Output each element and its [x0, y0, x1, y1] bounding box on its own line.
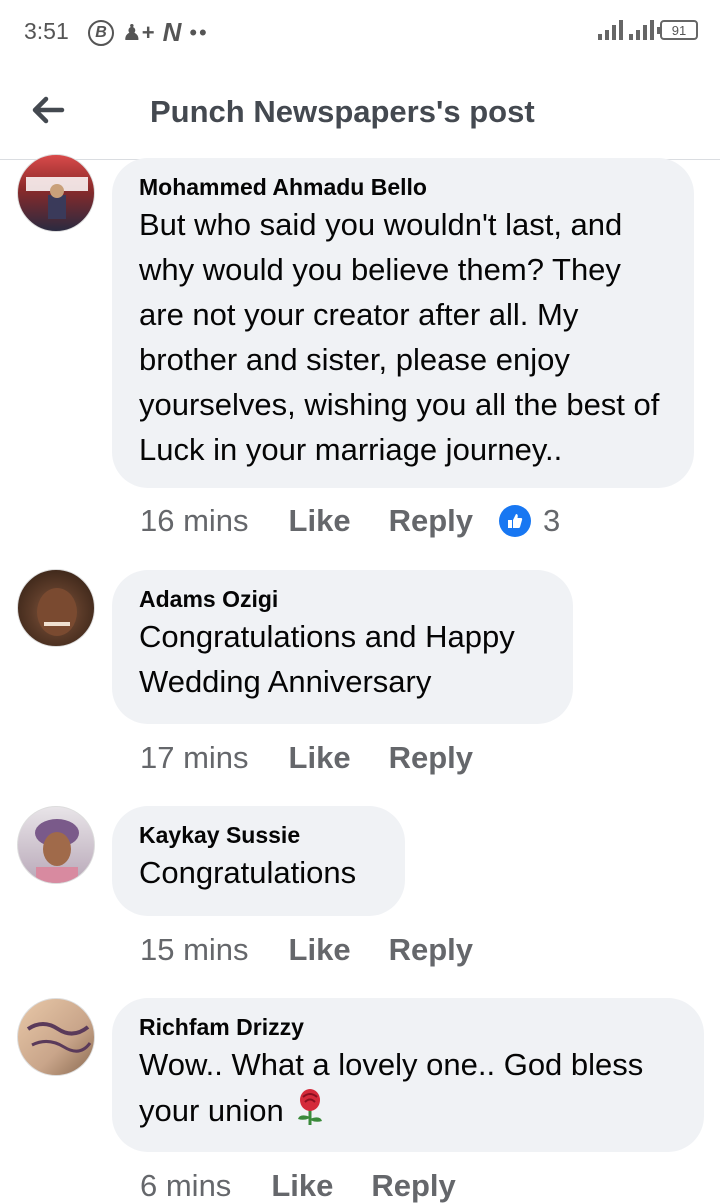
- battery-level: 91: [671, 22, 687, 38]
- avatar-image: [26, 1022, 92, 1053]
- avatar[interactable]: [17, 569, 95, 647]
- reaction-summary[interactable]: 3: [499, 503, 560, 539]
- reply-button[interactable]: Reply: [371, 1168, 455, 1203]
- comment-text: But who said you wouldn't last, and why …: [139, 207, 660, 467]
- page-title: Punch Newspapers's post: [150, 94, 535, 129]
- comment-text: Congratulations: [139, 855, 357, 890]
- comment-bubble[interactable]: Mohammed Ahmadu Bello But who said you w…: [112, 158, 694, 488]
- like-button[interactable]: Like: [289, 503, 351, 539]
- arrow-left-icon[interactable]: [28, 90, 68, 130]
- comment-text: Wow.. What a lovely one.. God bless your…: [139, 1042, 677, 1139]
- reply-button[interactable]: Reply: [389, 740, 473, 776]
- comment-author[interactable]: Adams Ozigi: [139, 584, 546, 614]
- status-time: 3:51: [24, 18, 69, 44]
- rose-icon: [290, 1087, 330, 1139]
- reaction-count: 3: [543, 503, 561, 538]
- avatar-image: [26, 177, 88, 219]
- system-icons: 91: [598, 18, 698, 40]
- comment-bubble[interactable]: Kaykay Sussie Congratulations: [112, 806, 405, 916]
- signal-icon: [598, 18, 623, 40]
- comment-time[interactable]: 15 mins: [140, 932, 249, 968]
- like-button[interactable]: Like: [271, 1168, 333, 1203]
- comment-meta: 17 mins Like Reply: [140, 740, 511, 776]
- avatar-image: [35, 819, 79, 883]
- signal-icon-2: [629, 18, 654, 40]
- comment-text: Congratulations and Happy Wedding Annive…: [139, 619, 515, 699]
- comment-bubble[interactable]: Richfam Drizzy Wow.. What a lovely one..…: [112, 998, 704, 1152]
- battery-icon: 91: [657, 20, 698, 40]
- comment-author[interactable]: Richfam Drizzy: [139, 1012, 677, 1042]
- comment-meta: 6 mins Like Reply: [140, 1168, 494, 1203]
- reply-button[interactable]: Reply: [389, 503, 473, 539]
- comment-time[interactable]: 17 mins: [140, 740, 249, 776]
- comment-time[interactable]: 16 mins: [140, 503, 249, 539]
- reply-button[interactable]: Reply: [389, 932, 473, 968]
- thumbs-up-icon: [499, 505, 531, 537]
- comment-meta: 16 mins Like Reply 3: [140, 503, 560, 539]
- more-dots-icon: ••: [189, 19, 209, 45]
- n-logo-icon: N: [162, 17, 182, 47]
- status-bar: 3:51 B ♟+ N •• 91: [0, 0, 720, 64]
- comment-author[interactable]: Kaykay Sussie: [139, 820, 378, 850]
- like-button[interactable]: Like: [289, 932, 351, 968]
- comment-author[interactable]: Mohammed Ahmadu Bello: [139, 172, 667, 202]
- notification-icons: B ♟+ N ••: [88, 17, 209, 48]
- comment-bubble[interactable]: Adams Ozigi Congratulations and Happy We…: [112, 570, 573, 724]
- comment-meta: 15 mins Like Reply: [140, 932, 511, 968]
- avatar-image: [37, 588, 77, 636]
- comment-time[interactable]: 6 mins: [140, 1168, 231, 1203]
- comment-text-content: Wow.. What a lovely one.. God bless your…: [139, 1047, 644, 1129]
- app-header: Punch Newspapers's post: [0, 64, 720, 160]
- like-button[interactable]: Like: [289, 740, 351, 776]
- avatar[interactable]: [17, 806, 95, 884]
- avatar[interactable]: [17, 154, 95, 232]
- avatar[interactable]: [17, 998, 95, 1076]
- person-plus-icon: ♟+: [122, 19, 155, 45]
- b-circle-icon: B: [88, 19, 114, 46]
